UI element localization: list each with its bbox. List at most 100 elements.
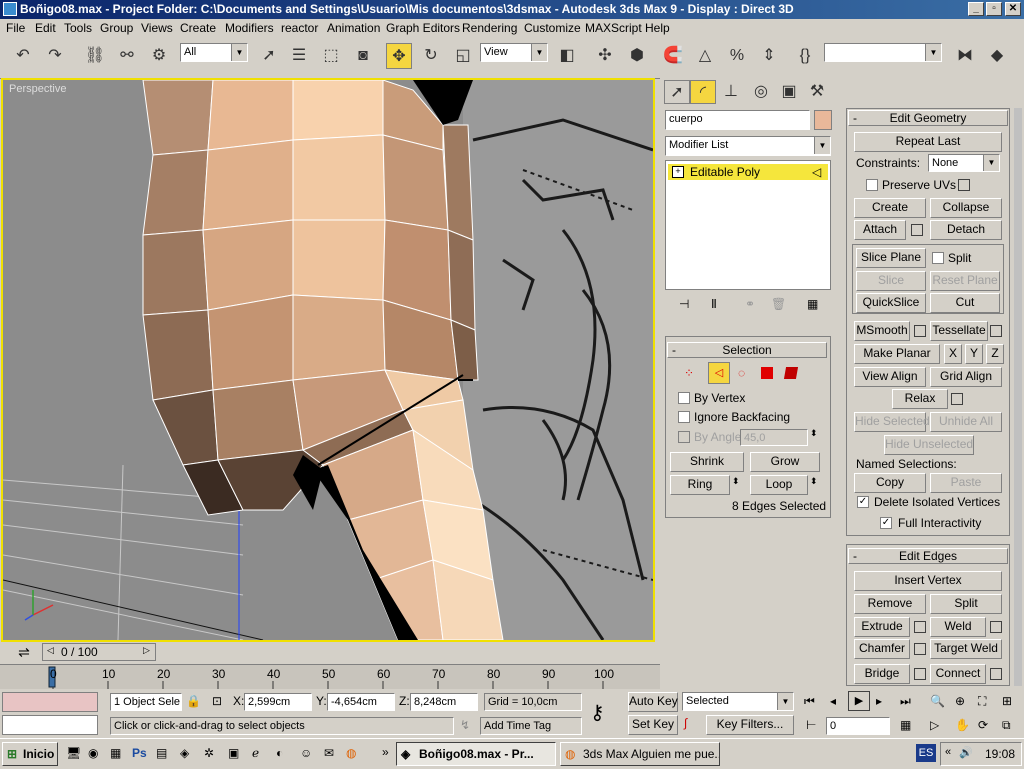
named-selection-sets-dropdown[interactable]: ▼ [824, 43, 942, 62]
mirror-icon[interactable]: ⧓ [952, 43, 978, 69]
key-filters-button[interactable]: Key Filters... [706, 715, 794, 735]
bridge-settings-icon[interactable] [914, 668, 926, 680]
menu-rendering[interactable]: Rendering [462, 21, 517, 35]
quicklaunch-tool-icon[interactable]: ✲ [204, 746, 214, 760]
set-key-icon[interactable]: ⚷ [590, 700, 605, 725]
make-planar-button[interactable]: Make Planar [854, 344, 940, 364]
edit-edges-header[interactable]: - Edit Edges [848, 548, 1008, 564]
bind-space-warp-icon[interactable]: ⚙ [146, 43, 172, 69]
next-frame-icon[interactable]: ▷ [143, 645, 150, 656]
quicklaunch-photoshop-icon[interactable]: Ps [132, 746, 147, 760]
by-angle-checkbox[interactable] [678, 431, 690, 443]
bridge-button[interactable]: Bridge [854, 664, 910, 684]
border-mode-icon[interactable]: ◌ [738, 366, 745, 380]
angle-snap-icon[interactable]: △ [692, 43, 718, 69]
loop-spinner-icon[interactable]: ⬍ [810, 476, 818, 487]
edit-geometry-header[interactable]: - Edit Geometry [848, 110, 1008, 126]
menu-reactor[interactable]: reactor [281, 21, 318, 35]
zoom-icon[interactable]: 🔍 [930, 694, 945, 708]
target-weld-button[interactable]: Target Weld [930, 639, 1002, 659]
maxscript-listener-mini[interactable] [2, 692, 98, 712]
rectangular-selection-icon[interactable]: ⬚ [318, 43, 344, 69]
hide-unselected-button[interactable]: Hide Unselected [884, 435, 974, 455]
relax-button[interactable]: Relax [892, 389, 948, 409]
repeat-last-button[interactable]: Repeat Last [854, 132, 1002, 152]
unlink-icon[interactable]: ⚯ [114, 43, 140, 69]
make-unique-icon[interactable]: ⚭ [745, 297, 755, 311]
ring-spinner-icon[interactable]: ⬍ [732, 476, 740, 487]
align-icon[interactable]: ◆ [984, 43, 1010, 69]
connect-settings-icon[interactable] [990, 668, 1002, 680]
planar-x-button[interactable]: X [944, 344, 962, 364]
split-button[interactable]: Split [930, 594, 1002, 614]
quicklaunch-firefox-icon[interactable]: ◍ [346, 746, 356, 760]
next-frame-button-icon[interactable]: ▸ [876, 694, 882, 708]
edge-mode-icon[interactable]: ◁ [708, 362, 730, 384]
shrink-button[interactable]: Shrink [670, 452, 744, 472]
view-align-button[interactable]: View Align [854, 367, 926, 387]
quicklaunch-app-icon[interactable]: ▦ [110, 746, 121, 760]
select-and-rotate-icon[interactable]: ↻ [418, 43, 444, 69]
attach-settings-icon[interactable] [911, 224, 923, 236]
msmooth-settings-icon[interactable] [914, 325, 926, 337]
attach-button[interactable]: Attach [854, 220, 906, 240]
key-mode-dropdown[interactable]: Selected ▼ [682, 692, 794, 711]
extrude-settings-icon[interactable] [914, 621, 926, 633]
paste-button[interactable]: Paste [930, 473, 1002, 493]
delete-isolated-checkbox[interactable]: ✓ [857, 496, 869, 508]
menu-group[interactable]: Group [100, 21, 133, 35]
weld-settings-icon[interactable] [990, 621, 1002, 633]
ignore-backfacing-checkbox[interactable] [678, 411, 690, 423]
select-and-move-icon[interactable]: ✥ [386, 43, 412, 69]
tray-expand-icon[interactable]: « [945, 746, 951, 758]
hide-selected-button[interactable]: Hide Selected [854, 412, 930, 432]
reset-plane-button[interactable]: Reset Plane [930, 271, 1000, 291]
select-and-scale-icon[interactable]: ◱ [450, 43, 476, 69]
time-tag-icon[interactable]: ↯ [460, 718, 470, 732]
detach-button[interactable]: Detach [930, 220, 1002, 240]
language-indicator[interactable]: ES [916, 744, 936, 762]
reference-coordinate-dropdown[interactable]: View ▼ [480, 43, 548, 62]
cut-button[interactable]: Cut [930, 293, 1000, 313]
object-color-swatch[interactable] [814, 110, 832, 130]
unhide-all-button[interactable]: Unhide All [930, 412, 1002, 432]
z-coord-field[interactable]: 8,248cm [410, 693, 478, 711]
msmooth-button[interactable]: MSmooth [854, 321, 910, 341]
preserve-uvs-checkbox[interactable] [866, 179, 878, 191]
menu-file[interactable]: File [6, 21, 25, 35]
set-key-button[interactable]: Set Key [628, 715, 678, 735]
menu-views[interactable]: Views [141, 21, 173, 35]
quickslice-button[interactable]: QuickSlice [856, 293, 926, 313]
x-coord-field[interactable]: 2,599cm [244, 693, 312, 711]
ring-button[interactable]: Ring [670, 475, 730, 495]
display-panel-icon[interactable]: ▣ [776, 80, 802, 104]
task-3dsmax[interactable]: ◈ Boñigo08.max - Pr... [396, 742, 556, 766]
menu-customize[interactable]: Customize [524, 21, 581, 35]
menu-graph-editors[interactable]: Graph Editors [386, 21, 460, 35]
go-to-end-icon[interactable]: ⏭ [900, 694, 911, 709]
expand-icon[interactable]: + [672, 166, 684, 178]
command-panel-scrollbar[interactable] [1014, 108, 1022, 686]
modifier-list-dropdown[interactable]: Modifier List ▼ [665, 136, 831, 156]
quicklaunch-gimp-icon[interactable]: ◐ [276, 746, 283, 760]
quicklaunch-email-icon[interactable]: ✉ [324, 746, 334, 760]
slice-button[interactable]: Slice [856, 271, 926, 291]
quicklaunch-desktop-icon[interactable]: 🖥 [66, 746, 81, 760]
current-frame-field[interactable]: 0 [826, 717, 890, 735]
hierarchy-panel-icon[interactable]: ⊥ [718, 80, 744, 104]
redo-icon[interactable]: ↷ [42, 43, 68, 69]
grid-align-button[interactable]: Grid Align [930, 367, 1002, 387]
angle-spinner[interactable]: 45,0 [740, 429, 808, 446]
copy-button[interactable]: Copy [854, 473, 926, 493]
zoom-extents-icon[interactable]: ⛶ [978, 694, 986, 709]
tessellate-settings-icon[interactable] [990, 325, 1002, 337]
slice-plane-button[interactable]: Slice Plane [856, 248, 926, 268]
key-mode-toggle-icon[interactable]: ⊢ [806, 718, 816, 732]
menu-modifiers[interactable]: Modifiers [225, 21, 274, 35]
quicklaunch-ie-icon[interactable]: ℯ [252, 746, 259, 760]
selection-rollout-header[interactable]: - Selection [667, 342, 827, 358]
undo-icon[interactable]: ↶ [10, 43, 36, 69]
arc-rotate-icon[interactable]: ⟳ [978, 718, 988, 732]
spinner-snap-icon[interactable]: ⇕ [756, 43, 782, 69]
show-end-result-icon[interactable]: Ⅱ [711, 297, 717, 311]
